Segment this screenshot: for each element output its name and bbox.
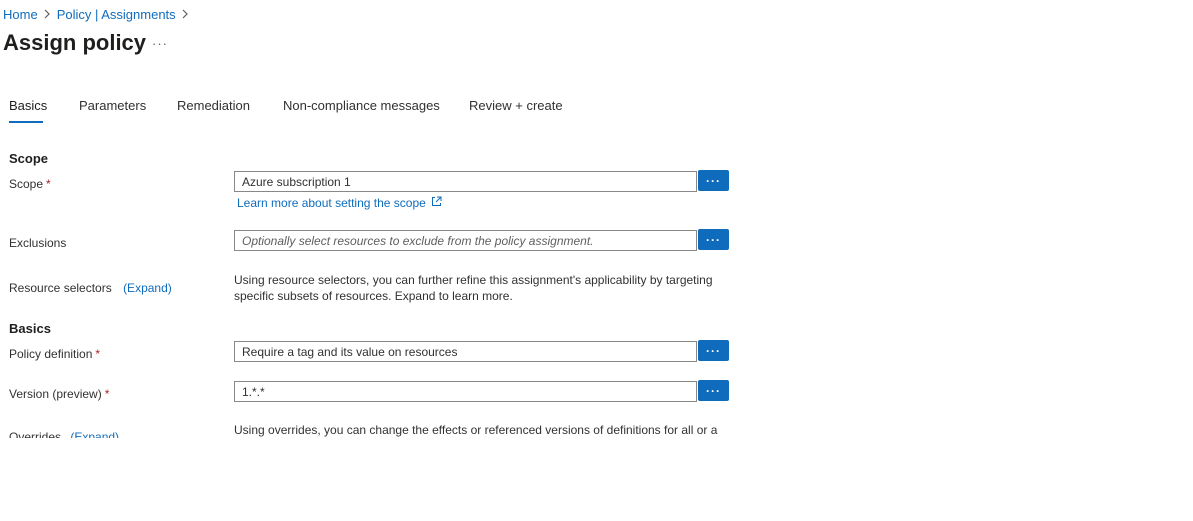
scope-label-text: Scope [9,177,44,191]
scope-section-heading: Scope [9,151,49,166]
version-value: 1.*.* [242,384,265,399]
overrides-description: Using overrides, you can change the effe… [234,423,718,437]
basics-section-heading: Basics [9,321,51,336]
learn-more-scope-link[interactable]: Learn more about setting the scope [237,196,442,210]
required-mark: * [46,177,51,191]
policy-definition-label-text: Policy definition [9,347,93,361]
breadcrumb-home-link[interactable]: Home [3,7,38,22]
policy-definition-field[interactable]: Require a tag and its value on resources [234,341,697,362]
scope-browse-button[interactable]: ··· [698,170,729,191]
policy-definition-value: Require a tag and its value on resources [242,344,458,359]
resource-selectors-label: Resource selectors (Expand) [9,281,172,295]
learn-more-scope-text: Learn more about setting the scope [237,196,426,210]
exclusions-placeholder: Optionally select resources to exclude f… [242,233,594,248]
tab-parameters[interactable]: Parameters [79,98,146,113]
overrides-label-text: Overrides [9,430,62,438]
tab-remediation[interactable]: Remediation [177,98,250,113]
more-options-icon[interactable]: ··· [152,36,168,51]
scope-label: Scope * [9,177,51,191]
tab-bar: Basics Parameters Remediation Non-compli… [0,98,600,126]
version-browse-button[interactable]: ··· [698,380,729,401]
scope-value: Azure subscription 1 [242,174,351,189]
page-title: Assign policy [3,30,147,55]
resource-selectors-label-text: Resource selectors [9,281,112,295]
external-link-icon [431,196,442,210]
required-mark: * [104,387,110,401]
chevron-right-icon [182,8,189,22]
tab-basics[interactable]: Basics [9,98,47,113]
version-label: Version (preview) * [9,387,109,401]
resource-selectors-description: Using resource selectors, you can furthe… [234,273,713,303]
exclusions-field[interactable]: Optionally select resources to exclude f… [234,230,697,251]
tab-review-create[interactable]: Review + create [469,98,563,113]
version-field[interactable]: 1.*.* [234,381,697,402]
scope-field[interactable]: Azure subscription 1 [234,171,697,192]
exclusions-label: Exclusions [9,236,67,250]
required-mark: * [95,347,101,361]
breadcrumb: Home Policy | Assignments [3,7,195,22]
policy-definition-browse-button[interactable]: ··· [698,340,729,361]
breadcrumb-assignments-link[interactable]: Policy | Assignments [57,7,176,22]
overrides-row: Overrides (Expand) Using overrides, you … [0,420,760,438]
version-label-text: Version (preview) [9,387,102,401]
resource-selectors-expand-link[interactable]: (Expand) [123,281,172,295]
exclusions-browse-button[interactable]: ··· [698,229,729,250]
policy-definition-label: Policy definition * [9,347,100,361]
overrides-expand-link[interactable]: (Expand) [70,430,119,438]
tab-non-compliance-messages[interactable]: Non-compliance messages [283,98,440,113]
active-tab-indicator [9,121,43,123]
chevron-right-icon [44,8,51,22]
overrides-label: Overrides (Expand) [9,430,119,438]
